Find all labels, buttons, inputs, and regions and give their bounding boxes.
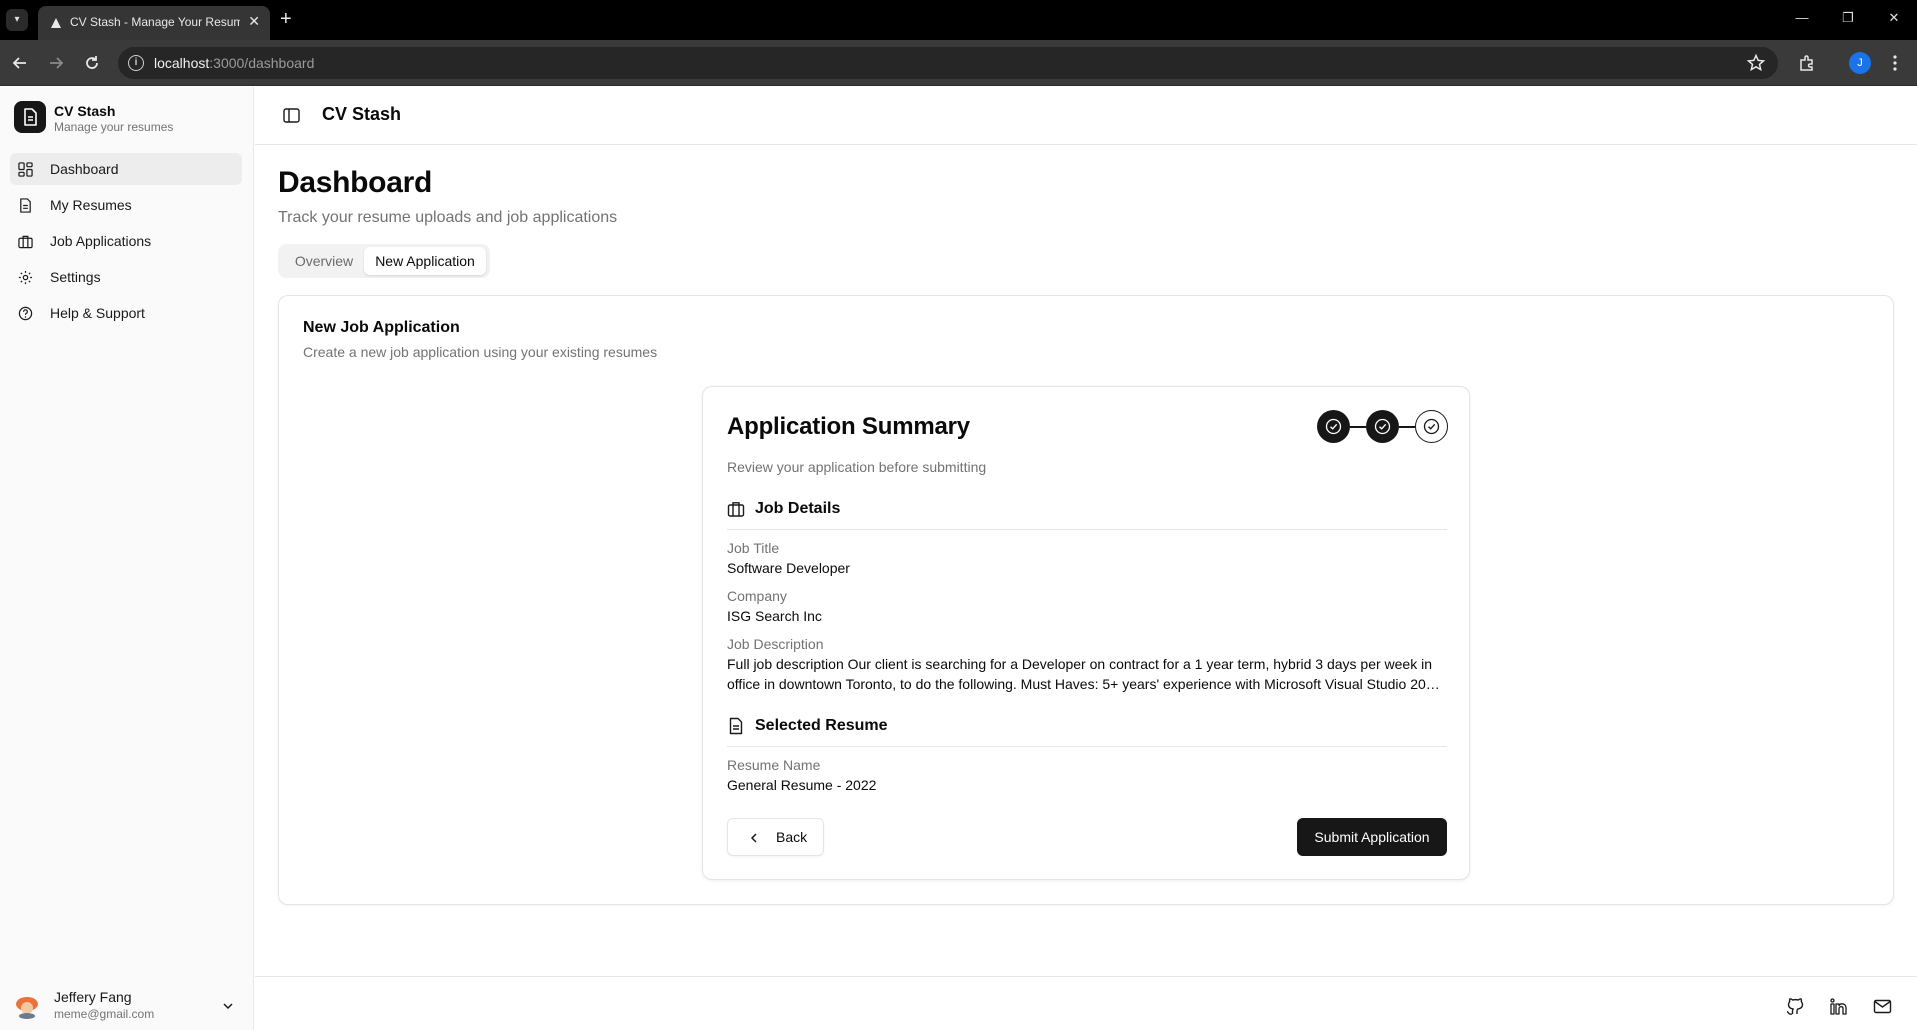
check-circle-icon	[1325, 418, 1342, 435]
company-value: ISG Search Inc	[727, 608, 822, 624]
tab-title: CV Stash - Manage Your Resumes	[70, 15, 240, 29]
restore-icon[interactable]: ❐	[1838, 10, 1858, 26]
tab-overview[interactable]: Overview	[282, 247, 366, 275]
tab-new-application[interactable]: New Application	[364, 247, 486, 275]
sidebar-item-label: Help & Support	[50, 305, 145, 321]
favicon-icon	[51, 18, 61, 28]
extensions-icon[interactable]	[1797, 53, 1817, 73]
briefcase-icon	[18, 235, 33, 249]
step-connector	[1399, 426, 1415, 428]
user-menu[interactable]: Jeffery Fang meme@gmail.com	[10, 985, 242, 1025]
header-title: CV Stash	[322, 104, 402, 124]
linkedin-icon[interactable]	[1829, 997, 1848, 1016]
github-icon[interactable]	[1785, 997, 1804, 1016]
brand-subtitle: Manage your resumes	[54, 120, 174, 134]
sidebar-item-label: My Resumes	[50, 197, 132, 213]
sidebar-item-my-resumes[interactable]: My Resumes	[10, 189, 242, 221]
sidebar-item-job-applications[interactable]: Job Applications	[10, 225, 242, 257]
resume-name-label: Resume Name	[727, 757, 821, 773]
site-info-icon[interactable]: i	[128, 55, 144, 71]
url-text[interactable]: localhost:3000/dashboard	[154, 55, 314, 71]
step-indicator	[1317, 410, 1449, 444]
more-menu-icon[interactable]	[1885, 53, 1905, 73]
page-subtitle: Track your resume uploads and job applic…	[278, 209, 618, 226]
file-text-icon	[729, 717, 743, 735]
brand-name: CV Stash	[54, 103, 116, 119]
footer	[255, 976, 1917, 1030]
summary-title: Application Summary	[727, 413, 970, 440]
bookmark-star-icon[interactable]	[1746, 53, 1766, 73]
sidebar-item-label: Dashboard	[50, 161, 119, 177]
job-title-label: Job Title	[727, 540, 780, 556]
company-label: Company	[727, 588, 787, 604]
sidebar-toggle-icon[interactable]	[283, 107, 300, 124]
new-tab-button[interactable]: +	[280, 8, 292, 30]
file-text-icon	[24, 108, 37, 126]
job-description-label: Job Description	[727, 636, 824, 652]
back-button[interactable]: Back	[727, 818, 824, 856]
minimize-icon[interactable]: —	[1792, 10, 1812, 25]
sidebar-item-label: Job Applications	[50, 233, 152, 249]
page-title: Dashboard	[278, 166, 432, 199]
help-circle-icon	[18, 306, 33, 321]
browser-toolbar: i localhost:3000/dashboard J	[0, 40, 1917, 86]
check-circle-icon	[1374, 418, 1391, 435]
user-email: meme@gmail.com	[54, 1007, 155, 1021]
dashboard-icon	[18, 162, 33, 177]
forward-arrow-icon[interactable]	[46, 53, 66, 73]
resume-name-value: General Resume - 2022	[727, 777, 877, 793]
user-avatar	[16, 997, 38, 1019]
job-title-value: Software Developer	[727, 560, 850, 576]
mail-icon[interactable]	[1873, 997, 1892, 1016]
job-description-value: Full job description Our client is searc…	[727, 656, 1440, 692]
gear-icon	[18, 270, 33, 285]
application-summary-card: Application Summary Review your applicat…	[702, 386, 1470, 880]
card-title: New Job Application	[303, 319, 460, 336]
main-header: CV Stash	[255, 87, 1917, 145]
divider	[727, 529, 1447, 530]
step-2-complete	[1366, 410, 1399, 443]
sidebar-item-help-support[interactable]: Help & Support	[10, 297, 242, 329]
file-icon	[20, 198, 31, 213]
chevron-down-icon[interactable]	[221, 999, 235, 1013]
user-name: Jeffery Fang	[54, 989, 132, 1005]
profile-avatar[interactable]: J	[1849, 52, 1871, 74]
step-connector	[1350, 426, 1366, 428]
browser-tab-bar: ▾ CV Stash - Manage Your Resumes ✕ + — ❐…	[0, 0, 1917, 40]
briefcase-icon	[727, 502, 745, 517]
brand-logo	[14, 101, 46, 133]
dashboard-tabs: Overview New Application	[278, 244, 490, 278]
summary-subtitle: Review your application before submittin…	[727, 459, 987, 475]
sidebar-item-settings[interactable]: Settings	[10, 261, 242, 293]
submit-application-button[interactable]: Submit Application	[1297, 818, 1447, 856]
sidebar-item-dashboard[interactable]: Dashboard	[10, 153, 242, 185]
back-arrow-icon[interactable]	[10, 53, 30, 73]
card-subtitle: Create a new job application using your …	[303, 344, 658, 360]
close-window-icon[interactable]: ✕	[1884, 10, 1904, 26]
step-1-complete	[1317, 410, 1350, 443]
browser-tab[interactable]: CV Stash - Manage Your Resumes ✕	[38, 6, 270, 40]
check-circle-icon	[1423, 418, 1439, 434]
back-button-label: Back	[776, 829, 808, 845]
close-tab-icon[interactable]: ✕	[248, 13, 260, 30]
chevron-left-icon	[750, 833, 757, 843]
step-3-current	[1415, 410, 1448, 443]
address-bar[interactable]: i localhost:3000/dashboard	[118, 47, 1778, 79]
sidebar-item-label: Settings	[50, 269, 101, 285]
reload-icon[interactable]	[82, 53, 102, 73]
divider	[727, 746, 1447, 747]
tab-list-button[interactable]: ▾	[6, 9, 28, 31]
sidebar: CV Stash Manage your resumes Dashboard M…	[0, 87, 254, 1030]
